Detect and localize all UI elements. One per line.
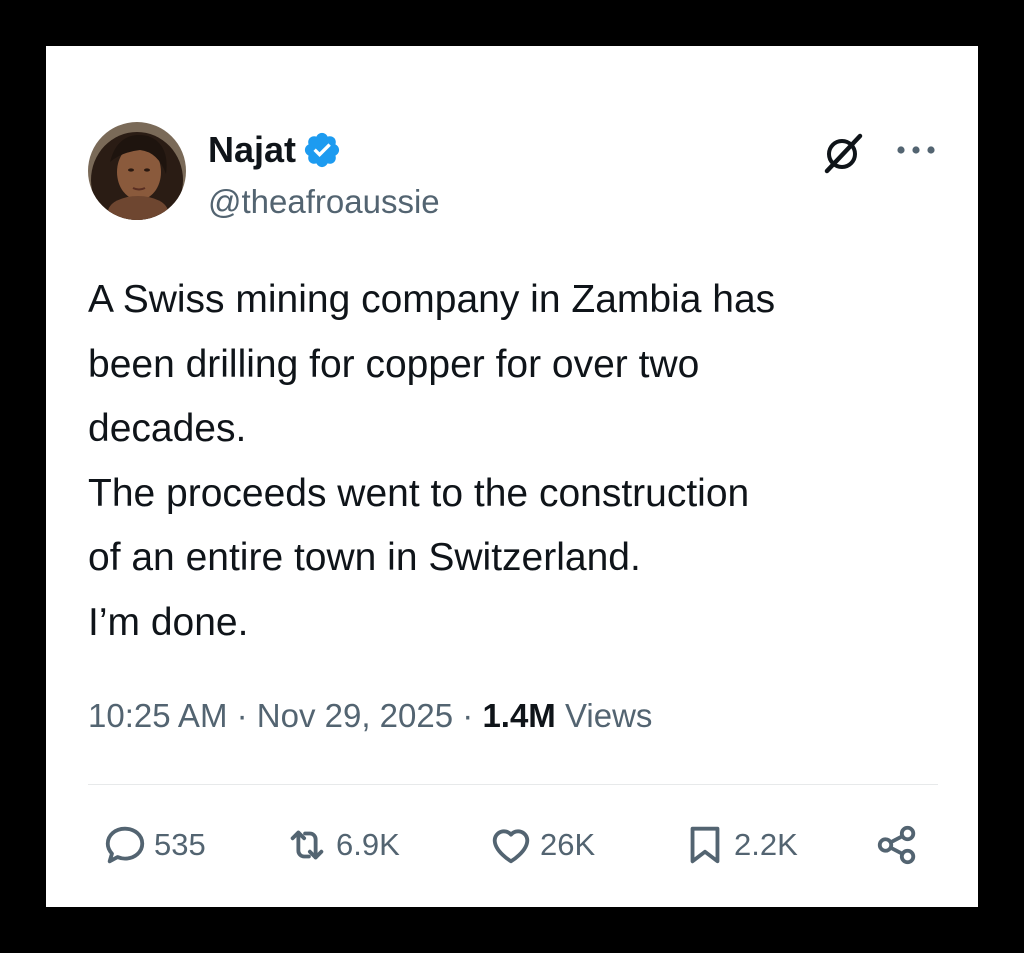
tweet-text: A Swiss mining company in Zambia has bee… xyxy=(88,268,948,655)
bookmark-icon xyxy=(690,826,720,864)
tweet-text-line: decades. xyxy=(88,407,247,450)
like-button[interactable]: 26K xyxy=(488,822,595,868)
tweet-card: Najat @theafroaussie A Swiss mining comp… xyxy=(46,46,978,907)
tweet-text-line: of an entire town in Switzerland. xyxy=(88,536,641,579)
tweet-text-line: The proceeds went to the construction xyxy=(88,471,750,515)
repost-icon xyxy=(290,830,324,860)
repost-button[interactable]: 6.9K xyxy=(284,822,400,868)
author-name-row: Najat xyxy=(208,128,342,172)
avatar[interactable] xyxy=(88,122,186,220)
reply-button[interactable]: 535 xyxy=(102,822,206,868)
tweet-date[interactable]: Nov 29, 2025 xyxy=(257,697,453,734)
bookmark-button[interactable]: 2.2K xyxy=(682,822,798,868)
share-button[interactable] xyxy=(874,822,920,868)
author-handle[interactable]: @theafroaussie xyxy=(208,182,440,222)
views-label: Views xyxy=(564,697,653,734)
meta-separator: · xyxy=(462,697,474,734)
tweet-text-line: A Swiss mining company in Zambia has xyxy=(88,278,776,321)
author-display-name[interactable]: Najat xyxy=(208,128,296,172)
heart-icon xyxy=(492,829,530,864)
bookmark-count: 2.2K xyxy=(734,827,798,862)
reply-icon xyxy=(105,826,145,864)
views-count[interactable]: 1.4M xyxy=(482,697,555,734)
more-icon[interactable] xyxy=(891,130,941,170)
like-count: 26K xyxy=(540,827,596,862)
repost-count: 6.9K xyxy=(336,827,400,862)
tweet-text-line: been drilling for copper for over two xyxy=(88,342,700,386)
tweet-text-line: I’m done. xyxy=(88,600,249,644)
meta-separator: · xyxy=(236,697,248,734)
share-icon xyxy=(877,825,916,865)
tweet-time[interactable]: 10:25 AM xyxy=(88,697,227,734)
reply-count: 535 xyxy=(154,827,206,862)
grok-icon[interactable] xyxy=(820,130,866,176)
verified-badge-icon xyxy=(304,132,340,168)
divider xyxy=(88,784,938,785)
tweet-meta: 10:25 AM · Nov 29, 2025 · 1.4M Views xyxy=(88,694,652,738)
